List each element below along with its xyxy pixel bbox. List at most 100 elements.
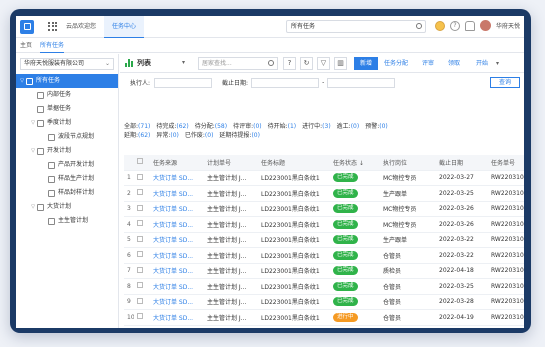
status-count[interactable]: 待评审:(0) <box>233 122 262 131</box>
task-source-link[interactable]: 大货订单 SD... <box>150 170 204 186</box>
expand-caret-icon[interactable]: ▽ <box>18 74 26 88</box>
status-count[interactable]: 延期待提报:(0) <box>219 131 260 140</box>
task-source-link[interactable]: 大货订单 SD... <box>150 247 204 264</box>
row-checkbox-cell[interactable] <box>134 263 150 279</box>
filter-icon[interactable]: ▽ <box>317 57 330 70</box>
deadline-end-input[interactable] <box>327 77 396 88</box>
expand-caret-icon[interactable]: ▽ <box>29 116 37 130</box>
table-row[interactable]: 7 大货订单 SD... 主生管计划 J... LD223001黑白条纹1 已完成 质检员… <box>124 263 524 279</box>
status-count[interactable]: 待分配:(58) <box>195 122 227 131</box>
table-row[interactable]: 4 大货订单 SD... 主生管计划 J... LD223001黑白条纹1 已完成 MC物… <box>124 216 524 233</box>
row-checkbox-cell[interactable] <box>134 216 150 233</box>
assign-button[interactable]: 任务分配 <box>384 57 408 70</box>
sidebar-item[interactable]: 主生管计划 <box>16 214 118 228</box>
status-count[interactable]: 延期:(62) <box>124 131 150 140</box>
row-checkbox-cell[interactable] <box>134 247 150 264</box>
column-header[interactable] <box>124 155 134 171</box>
deadline-start-input[interactable] <box>251 77 320 88</box>
bell-icon[interactable] <box>464 20 475 31</box>
avatar[interactable] <box>479 20 491 31</box>
task-source-link[interactable]: 大货订单 SD... <box>150 263 204 279</box>
row-checkbox[interactable] <box>137 313 143 320</box>
table-row[interactable]: 9 大货订单 SD... 主生管计划 J... LD223001黑白条纹1 已完成 仓管员… <box>124 294 524 310</box>
table-row[interactable]: 6 大货订单 SD... 主生管计划 J... LD223001黑白条纹1 已完成 仓管员… <box>124 247 524 264</box>
sidebar-item[interactable]: ▽ 季度计划 <box>16 116 118 130</box>
delete-icon[interactable]: ▥ <box>334 57 347 70</box>
search-icon[interactable] <box>416 23 422 29</box>
row-checkbox-cell[interactable] <box>134 170 150 186</box>
task-source-link[interactable]: 大货订单 SD... <box>150 216 204 233</box>
row-checkbox[interactable] <box>137 297 143 304</box>
task-source-link[interactable]: 大货订单 SD... <box>150 201 204 217</box>
table-row[interactable]: 1 大货订单 SD... 主生管计划 J... LD223001黑白条纹1 已完成 MC物… <box>124 170 524 186</box>
row-checkbox-cell[interactable] <box>134 278 150 295</box>
row-checkbox[interactable] <box>137 204 143 211</box>
table-row[interactable]: 10 大货订单 SD... 主生管计划 J... LD223001黑白条纹1 进行中 仓管… <box>124 309 524 326</box>
table-row[interactable]: 3 大货订单 SD... 主生管计划 J... LD223001黑白条纹1 已完成 MC物… <box>124 201 524 217</box>
task-source-link[interactable]: 大货订单 SD... <box>150 232 204 248</box>
sidebar-item[interactable]: 内部任务 <box>16 88 118 102</box>
help-button[interactable]: ? <box>283 57 296 70</box>
row-checkbox[interactable] <box>137 173 143 180</box>
tab-task-center[interactable]: 任务中心 <box>104 16 145 38</box>
row-checkbox-cell[interactable] <box>134 294 150 310</box>
expand-caret-icon[interactable]: ▽ <box>29 200 37 214</box>
start-button[interactable]: 开始 <box>476 57 488 70</box>
row-checkbox[interactable] <box>137 235 143 242</box>
review-button[interactable]: 评审 <box>422 57 434 70</box>
status-count[interactable]: 预警:(0) <box>365 122 388 131</box>
status-count[interactable]: 已作废:(0) <box>185 131 214 140</box>
row-checkbox-cell[interactable] <box>134 185 150 202</box>
refresh-icon[interactable]: ↻ <box>300 57 313 70</box>
status-count[interactable]: 待开始:(1) <box>268 122 297 131</box>
chevron-down-icon[interactable]: ▾ <box>182 59 185 66</box>
expand-caret-icon[interactable]: ▽ <box>29 144 37 158</box>
quick-search-input[interactable]: 居家查找... <box>198 57 278 70</box>
sidebar-item[interactable]: ▽ 大货计划 <box>16 200 118 214</box>
row-checkbox[interactable] <box>137 282 143 289</box>
row-checkbox-cell[interactable] <box>134 309 150 326</box>
sidebar-item[interactable]: 产品开发计划 <box>16 158 118 172</box>
app-grid-icon[interactable] <box>48 21 58 32</box>
tab-all-tasks[interactable]: 所有任务 <box>40 38 65 53</box>
task-source-link[interactable]: 大货订单 SD... <box>150 185 204 202</box>
column-header[interactable]: 截止日期 <box>436 155 488 171</box>
column-header[interactable]: 任务标题 <box>258 155 330 171</box>
new-button[interactable]: 新增 <box>354 57 379 70</box>
sidebar-item[interactable]: ▽ 所有任务 <box>16 74 118 88</box>
status-count[interactable]: 全部:(71) <box>124 122 150 131</box>
row-checkbox-cell[interactable] <box>134 201 150 217</box>
skin-icon[interactable] <box>434 20 445 31</box>
task-source-link[interactable]: 大货订单 SD... <box>150 294 204 310</box>
sidebar-item[interactable]: 波段节点规划 <box>16 130 118 144</box>
task-source-link[interactable]: 大货订单 SD... <box>150 309 204 326</box>
search-icon[interactable] <box>268 60 274 66</box>
help-icon[interactable]: ? <box>449 20 460 31</box>
column-header[interactable]: 计划单号 <box>204 155 258 171</box>
sidebar-item[interactable]: 样品生产计划 <box>16 172 118 186</box>
table-row[interactable]: 2 大货订单 SD... 主生管计划 J... LD223001黑白条纹1 已完成 生产跟… <box>124 185 524 202</box>
executor-input[interactable] <box>154 77 213 88</box>
start-dropdown-icon[interactable]: ▾ <box>496 57 499 70</box>
task-source-link[interactable]: 大货订单 SD... <box>150 278 204 295</box>
column-header[interactable]: 任务状态 ↓ <box>330 155 380 171</box>
column-header[interactable]: 任务来源 <box>150 155 204 171</box>
table-row[interactable]: 8 大货订单 SD... 主生管计划 J... LD223001黑白条纹1 已完成 仓管员… <box>124 278 524 295</box>
tab-home[interactable]: 主页 <box>20 38 32 53</box>
table-row[interactable]: 5 大货订单 SD... 主生管计划 J... LD223001黑白条纹1 已完成 生产跟… <box>124 232 524 248</box>
app-logo-icon[interactable] <box>20 19 34 34</box>
row-checkbox[interactable] <box>137 220 143 227</box>
sidebar-item[interactable]: ▽ 开发计划 <box>16 144 118 158</box>
global-search-input[interactable]: 所有任务 <box>286 20 426 33</box>
select-all-checkbox[interactable] <box>137 158 143 165</box>
sidebar-item[interactable]: 样品封样计划 <box>16 186 118 200</box>
row-checkbox[interactable] <box>137 251 143 258</box>
sidebar-item[interactable]: 单据任务 <box>16 102 118 116</box>
claim-button[interactable]: 领取 <box>448 57 460 70</box>
user-name[interactable]: 华府天悦 <box>496 21 520 30</box>
row-checkbox[interactable] <box>137 189 143 196</box>
column-header[interactable]: 执行岗位 <box>380 155 436 171</box>
row-checkbox[interactable] <box>137 266 143 273</box>
row-checkbox-cell[interactable] <box>134 232 150 248</box>
query-button[interactable]: 查询 <box>490 77 520 88</box>
